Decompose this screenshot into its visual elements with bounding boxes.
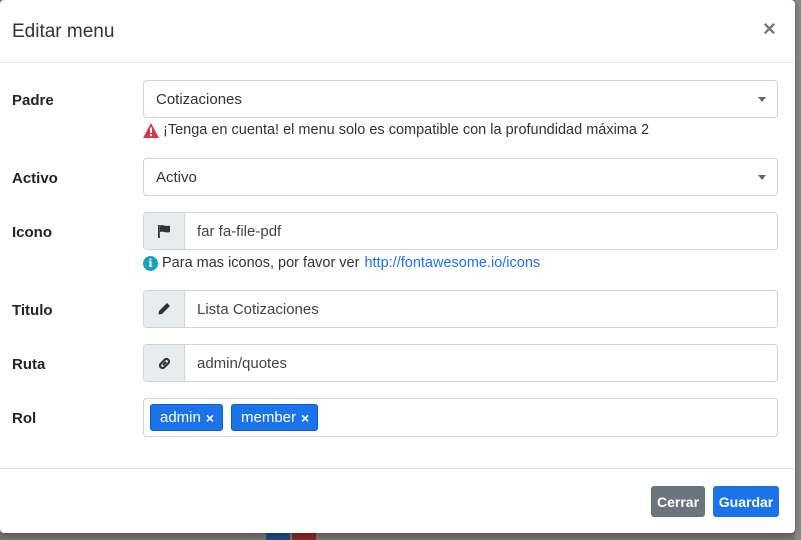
save-button[interactable]: Guardar [713,486,779,517]
activo-select[interactable]: Activo [143,158,778,196]
close-button[interactable]: Cerrar [651,486,705,517]
tag-label: member [241,409,297,426]
chevron-down-icon [758,175,766,180]
background-button-red [292,533,316,540]
ruta-input[interactable]: admin/quotes [143,344,778,382]
padre-select-value: Cotizaciones [156,91,242,108]
padre-label: Padre [12,92,54,109]
remove-tag-icon[interactable]: × [301,410,309,426]
titulo-addon [144,291,185,327]
rol-label: Rol [12,410,37,427]
fontawesome-link[interactable]: http://fontawesome.io/icons [364,255,540,271]
icono-input[interactable]: far fa-file-pdf [143,212,778,250]
titulo-label: Titulo [12,302,53,319]
titulo-input-value: Lista Cotizaciones [197,301,319,318]
modal-footer: Cerrar Guardar [0,468,795,533]
padre-select[interactable]: Cotizaciones [143,80,778,118]
icono-label: Icono [12,224,52,241]
modal-header: Editar menu × [0,0,795,63]
icon-hint-text: Para mas iconos, por favor ver [162,255,360,271]
activo-label: Activo [12,170,58,187]
depth-warning: ¡Tenga en cuenta! el menu solo es compat… [143,122,649,138]
depth-warning-text: ¡Tenga en cuenta! el menu solo es compat… [163,122,650,138]
info-icon: i [143,255,158,271]
ruta-input-value: admin/quotes [197,355,288,372]
icono-addon [144,213,185,249]
edit-menu-modal: Editar menu × Padre Cotizaciones ¡Tenga … [0,0,795,533]
titulo-input[interactable]: Lista Cotizaciones [143,290,778,328]
modal-title: Editar menu [12,21,115,42]
close-icon[interactable]: × [763,18,776,40]
remove-tag-icon[interactable]: × [206,410,214,426]
flag-icon [158,225,170,238]
tag-label: admin [160,409,201,426]
ruta-label: Ruta [12,356,46,373]
link-icon [158,357,170,369]
ruta-addon [144,345,185,381]
tag-member: member × [231,404,319,431]
background-page-strip [795,0,801,540]
rol-tags-input[interactable]: admin × member × [143,398,778,437]
activo-select-value: Activo [156,169,197,186]
chevron-down-icon [758,97,766,102]
icon-hint: i Para mas iconos, por favor ver http://… [143,255,540,271]
tag-admin: admin × [150,404,224,431]
background-button-blue [266,533,290,540]
icono-input-value: far fa-file-pdf [197,223,282,240]
pencil-icon [158,303,170,315]
warning-icon [143,122,159,138]
